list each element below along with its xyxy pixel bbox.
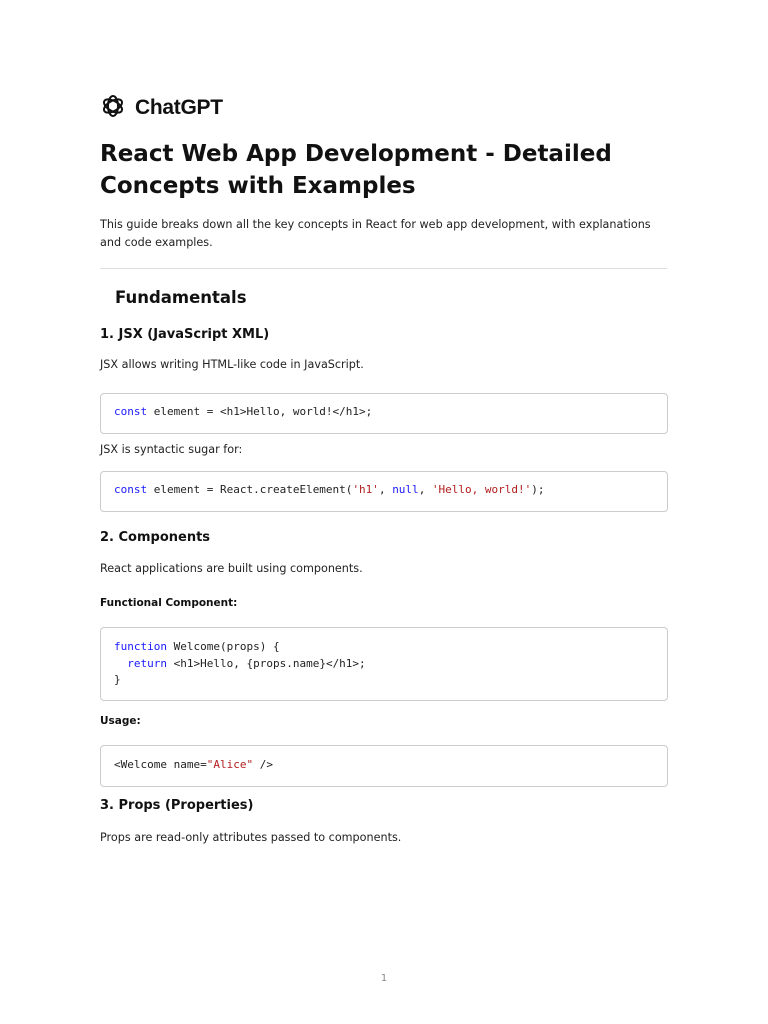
code-text: element = React.createElement( (147, 483, 353, 496)
code-keyword: return (127, 656, 167, 670)
code-block: const element = <h1>Hello, world!</h1>; (100, 393, 668, 434)
code-text: <h1>Hello, {props.name}</h1>; (167, 656, 366, 670)
code-line: const element = React.createElement('h1'… (114, 482, 667, 499)
code-text: , (418, 483, 432, 496)
code-text: , (378, 483, 393, 496)
code-keyword: const (114, 405, 148, 418)
code-string: "Alice" (206, 758, 254, 771)
props-paragraph: Props are read-only attributes passed to… (100, 831, 402, 844)
divider (100, 268, 667, 269)
components-paragraph: React applications are built using compo… (100, 562, 363, 575)
openai-logo-icon (100, 93, 126, 123)
code-keyword: function (114, 640, 167, 653)
functional-component-label: Functional Component: (100, 597, 238, 609)
components-heading: 2. Components (100, 530, 211, 545)
logo-text: ChatGPT (135, 96, 223, 119)
code-text: /> (253, 758, 273, 771)
code-string: 'h1' (352, 483, 379, 496)
code-keyword: const (114, 483, 148, 496)
code-line: } (114, 672, 667, 689)
page-title: React Web App Development - Detailed Con… (100, 141, 612, 199)
code-text: element = <h1>Hello, world!</h1>; (147, 405, 373, 418)
code-block: function Welcome(props) { return <h1>Hel… (100, 627, 668, 701)
jsx-paragraph-2: JSX is syntactic sugar for: (100, 443, 243, 456)
jsx-paragraph: JSX allows writing HTML-like code in Jav… (100, 358, 364, 371)
props-heading: 3. Props (Properties) (100, 798, 254, 813)
code-line: function Welcome(props) { (114, 639, 667, 656)
section-heading: Fundamentals (115, 288, 247, 307)
code-line: <Welcome name="Alice" /> (114, 757, 667, 774)
intro-paragraph: This guide breaks down all the key conce… (100, 218, 651, 249)
jsx-heading: 1. JSX (JavaScript XML) (100, 327, 270, 342)
code-string: 'Hello, world!' (431, 483, 532, 496)
code-text: ); (531, 483, 545, 496)
code-keyword: null (392, 483, 419, 496)
code-line: return <h1>Hello, {props.name}</h1>; (114, 656, 667, 673)
code-text: <Welcome name= (114, 758, 207, 771)
code-line: const element = <h1>Hello, world!</h1>; (114, 404, 667, 421)
code-block: const element = React.createElement('h1'… (100, 471, 668, 512)
chatgpt-logo: ChatGPT (100, 93, 223, 123)
code-text: Welcome(props) { (166, 640, 280, 653)
usage-label: Usage: (100, 715, 141, 727)
page-number: 1 (380, 973, 388, 984)
code-text: } (114, 673, 121, 686)
code-block: <Welcome name="Alice" /> (100, 745, 668, 787)
